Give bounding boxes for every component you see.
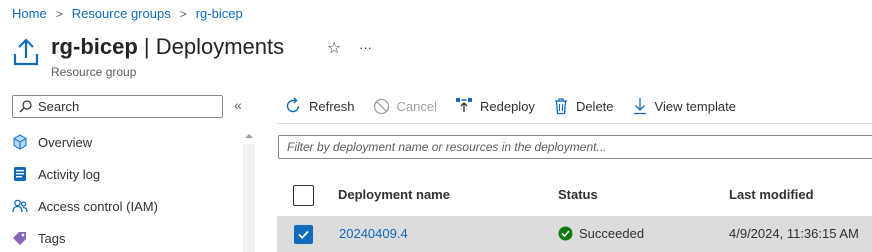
table-row[interactable]: 20240409.4 Succeeded 4/9/2024, 11:36:15 … (277, 216, 872, 252)
refresh-label: Refresh (309, 98, 355, 114)
last-modified-cell: 4/9/2024, 11:36:15 AM (729, 226, 859, 241)
collapse-sidebar-icon[interactable]: « (234, 97, 242, 113)
favorite-star-icon[interactable]: ☆ (327, 38, 341, 58)
filter-input[interactable]: Filter by deployment name or resources i… (278, 135, 872, 159)
cancel-button[interactable]: Cancel (373, 98, 437, 115)
column-header-status[interactable]: Status (558, 187, 598, 202)
trash-icon (554, 98, 567, 115)
sidebar-search-input[interactable]: Search (12, 95, 223, 118)
refresh-icon (286, 97, 300, 113)
column-header-deployment-name[interactable]: Deployment name (338, 187, 450, 202)
toolbar-divider (277, 123, 872, 124)
deployment-name-link[interactable]: 20240409.4 (339, 226, 408, 241)
people-icon (12, 198, 28, 214)
cancel-label: Cancel (396, 98, 437, 114)
sidebar-item-label: Tags (38, 230, 66, 246)
view-template-label: View template (654, 98, 736, 114)
sidebar-item-access-control[interactable]: Access control (IAM) (12, 194, 232, 218)
page-subtitle: Resource group (51, 65, 137, 79)
sidebar-item-label: Access control (IAM) (38, 198, 158, 214)
delete-button[interactable]: Delete (553, 97, 614, 115)
sidebar-scrollbar[interactable] (243, 144, 255, 252)
page-title: rg-bicep | Deployments (51, 34, 284, 60)
breadcrumb-home[interactable]: Home (12, 6, 47, 21)
cancel-icon (373, 98, 389, 114)
sidebar-item-label: Overview (38, 134, 93, 150)
select-all-checkbox[interactable] (293, 185, 314, 206)
sidebar-item-label: Activity log (38, 166, 101, 182)
success-icon (558, 226, 573, 241)
checkmark-icon (298, 230, 309, 239)
command-bar: Refresh Cancel Redeploy Delete View temp… (284, 95, 754, 117)
refresh-button[interactable]: Refresh (284, 97, 355, 115)
column-header-last-modified[interactable]: Last modified (729, 187, 814, 202)
resource-name: rg-bicep (51, 34, 138, 59)
status-text: Succeeded (579, 226, 645, 241)
search-placeholder: Search (38, 99, 80, 114)
row-checkbox[interactable] (294, 225, 313, 244)
tag-icon (12, 230, 28, 246)
more-options-icon[interactable]: ··· (359, 40, 372, 55)
redeploy-label: Redeploy (480, 98, 535, 114)
status-cell: Succeeded (558, 226, 644, 241)
redeploy-icon (456, 98, 472, 112)
page-name: | Deployments (137, 34, 285, 59)
breadcrumb-resource-groups[interactable]: Resource groups (72, 6, 171, 21)
sidebar-item-activity-log[interactable]: Activity log (12, 162, 232, 186)
sidebar-item-tags[interactable]: Tags (12, 226, 232, 250)
cube-icon (12, 134, 28, 150)
redeploy-button[interactable]: Redeploy (455, 97, 535, 115)
breadcrumb-separator: > (55, 6, 63, 21)
breadcrumb: Home > Resource groups > rg-bicep (12, 6, 243, 21)
page-header: rg-bicep | Deployments Resource group ☆ … (13, 33, 413, 83)
sidebar: Search « Overview Activity log Access co… (0, 88, 262, 252)
sidebar-item-overview[interactable]: Overview (12, 130, 232, 154)
delete-label: Delete (575, 98, 614, 114)
scrollbar-up-arrow[interactable] (243, 128, 255, 138)
upload-icon (13, 37, 39, 67)
breadcrumb-separator: > (179, 6, 187, 21)
breadcrumb-rg-bicep[interactable]: rg-bicep (196, 6, 243, 21)
log-icon (12, 166, 28, 182)
search-icon (19, 100, 32, 113)
view-template-button[interactable]: View template (632, 97, 736, 115)
download-icon (633, 98, 646, 115)
filter-placeholder: Filter by deployment name or resources i… (287, 140, 607, 154)
